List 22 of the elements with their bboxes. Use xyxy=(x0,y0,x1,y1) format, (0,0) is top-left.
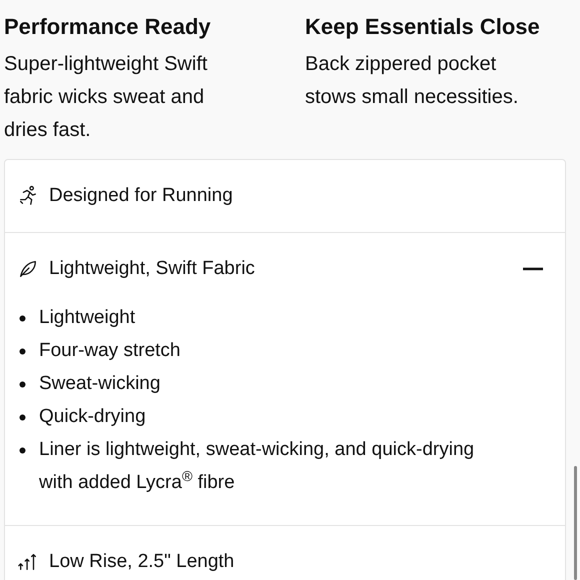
bullet-text: Four-way stretch xyxy=(39,339,180,363)
feature-description: Back zippered pocket stows small necessities. xyxy=(305,52,520,110)
accordion-header[interactable]: Low Rise, 2.5" Length xyxy=(5,526,565,580)
bullet-icon xyxy=(19,447,26,454)
accordion-header[interactable]: Lightweight, Swift Fabric xyxy=(5,233,565,305)
rising-arrows-icon xyxy=(17,551,39,573)
bullet-text: Liner is lightweight, sweat-wicking, and quick-drying with added Lycra$^{®}$ fibre xyxy=(39,438,476,495)
feature-title: Keep Essentials Close xyxy=(305,13,541,41)
leaf-icon xyxy=(17,258,39,280)
collapse-icon xyxy=(523,267,543,271)
bullet-icon xyxy=(19,348,26,355)
bullet-text: Lightweight xyxy=(39,306,136,330)
feature-title: Performance Ready xyxy=(4,13,212,41)
accordion-header[interactable]: Designed for Running xyxy=(5,160,565,232)
bullet-icon xyxy=(19,381,26,388)
bullet-icon xyxy=(19,315,26,322)
feature-description: Super-lightweight Swift fabric wicks sweat and dries fast. xyxy=(4,52,208,143)
runner-icon xyxy=(17,185,39,207)
bullet-text: Sweat-wicking xyxy=(39,372,160,396)
bullet-text: Quick-drying xyxy=(39,405,146,429)
bullet-icon xyxy=(19,414,26,421)
scrollbar-thumb[interactable] xyxy=(574,466,577,580)
